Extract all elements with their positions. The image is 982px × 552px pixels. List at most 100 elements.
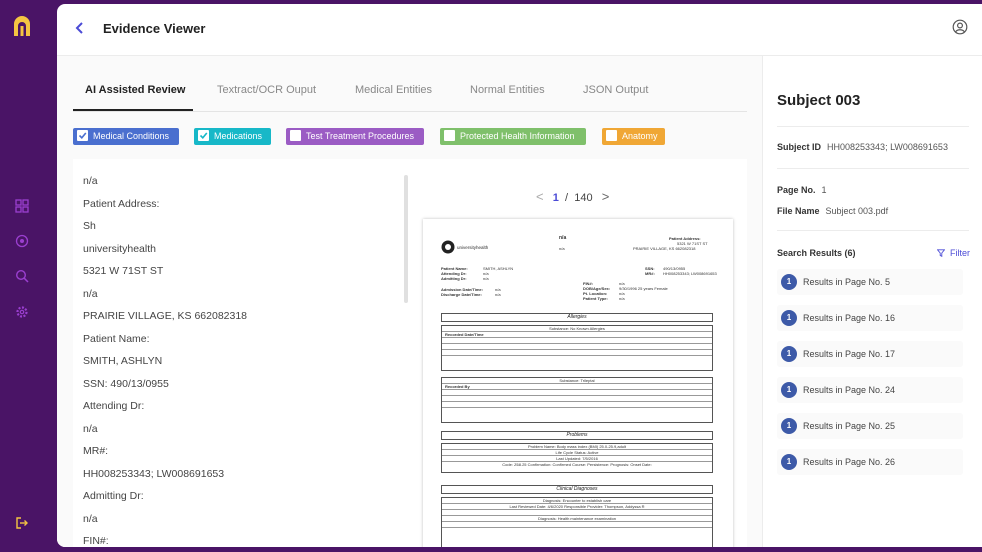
filter-button[interactable]: Filter (936, 248, 970, 258)
settings-icon[interactable] (15, 305, 29, 319)
file-name-value: Subject 003.pdf (825, 206, 889, 216)
filter-label: Protected Health Information (460, 131, 575, 141)
text-line: SSN: 490/13/0955 (83, 377, 169, 390)
total-pages: 140 (574, 192, 593, 204)
current-page: 1 (552, 192, 559, 204)
text-line: Patient Address: (83, 197, 160, 210)
dashboard-icon[interactable] (15, 199, 29, 213)
search-results-title: Search Results (6) (777, 248, 856, 258)
active-tab-indicator (73, 109, 193, 111)
top-bar: Evidence Viewer (57, 4, 982, 56)
doc-value: n/a (619, 296, 625, 301)
doc-header-na: n/a (559, 235, 567, 241)
checkbox-checked-icon[interactable] (77, 130, 88, 142)
subject-panel: Subject 003 Subject ID HH008253343; LW008… (762, 56, 982, 547)
search-result-item[interactable]: 1 Results in Page No. 17 (777, 341, 963, 367)
nav-rail (0, 0, 44, 552)
next-page-button[interactable]: > (602, 189, 610, 204)
text-line: n/a (83, 512, 98, 525)
text-line: 5321 W 71ST ST (83, 265, 164, 277)
doc-problem-table: Problem Name: Body mass index (BMI) 25.0… (441, 443, 713, 473)
divider (777, 126, 969, 127)
result-count-badge: 1 (781, 310, 797, 326)
filter-test-treatment-procedures[interactable]: Test Treatment Procedures (286, 128, 424, 145)
doc-allergy-table: Substance: No Known Allergies Recorded D… (441, 325, 713, 371)
search-result-item[interactable]: 1 Results in Page No. 16 (777, 305, 963, 331)
result-label: Results in Page No. 24 (803, 385, 896, 395)
doc-section-allergies: Allergies (441, 313, 713, 322)
page-number: Page No. 1 (777, 185, 827, 195)
extracted-text-list: n/a Patient Address: Sh universityhealth… (83, 173, 403, 547)
search-result-item[interactable]: 1 Results in Page No. 25 (777, 413, 963, 439)
search-result-item[interactable]: 1 Results in Page No. 26 (777, 449, 963, 475)
search-result-item[interactable]: 1 Results in Page No. 5 (777, 269, 963, 295)
doc-value: n/a (495, 292, 501, 297)
text-line: Admitting Dr: (83, 490, 144, 502)
divider (777, 230, 969, 231)
filter-label: Medications (214, 131, 263, 141)
doc-table-row (442, 522, 712, 528)
tab-textract-ocr-output[interactable]: Textract/OCR Ouput (217, 84, 316, 96)
filter-medications[interactable]: Medications (194, 128, 271, 145)
search-result-item[interactable]: 1 Results in Page No. 24 (777, 377, 963, 403)
text-line: n/a (83, 175, 98, 187)
user-account-icon[interactable] (952, 19, 968, 35)
filter-protected-health-information[interactable]: Protected Health Information (440, 128, 586, 145)
doc-table-row (442, 408, 712, 414)
file-name-label: File Name (777, 206, 820, 216)
text-scrollbar[interactable] (404, 175, 408, 303)
subject-name: Subject 003 (777, 92, 861, 109)
doc-value: 9/30/1996 25 years Female (619, 286, 668, 291)
doc-table-row: Code: Z68.25 Confirmation: Confirmed Cou… (502, 462, 652, 467)
tab-normal-entities[interactable]: Normal Entities (470, 84, 545, 96)
page-number-value: 1 (821, 185, 827, 195)
doc-label: Discharge Date/Time: (441, 292, 482, 297)
doc-section-problems: Problems (441, 431, 713, 440)
result-label: Results in Page No. 16 (803, 313, 896, 323)
text-line: PRAIRIE VILLAGE, KS 662082318 (83, 310, 248, 322)
filter-anatomy[interactable]: Anatomy (602, 128, 665, 145)
document-panel: n/a Patient Address: Sh universityhealth… (73, 159, 747, 547)
doc-label: Admitting Dr: (441, 276, 467, 281)
review-area: AI Assisted Review Textract/OCR Ouput Me… (57, 56, 762, 547)
result-count-badge: 1 (781, 274, 797, 290)
subject-id: Subject ID HH008253343; LW008691653 (777, 142, 948, 152)
page-separator: / (565, 192, 569, 204)
tab-ai-assisted-review[interactable]: AI Assisted Review (85, 84, 185, 96)
checkbox-checked-icon[interactable] (198, 130, 209, 142)
filter-label: Filter (950, 248, 970, 258)
filter-funnel-icon (936, 249, 946, 258)
tab-json-output[interactable]: JSON Output (583, 84, 648, 96)
view-tabs: AI Assisted Review Textract/OCR Ouput Me… (73, 76, 747, 112)
text-line: Attending Dr: (83, 400, 145, 412)
prev-page-button[interactable]: < (536, 189, 544, 204)
result-label: Results in Page No. 17 (803, 349, 896, 359)
doc-value: HH008253343; LW008691653 (663, 271, 717, 276)
main-window: Evidence Viewer AI Assisted Review Textr… (57, 4, 982, 547)
app-logo-icon[interactable] (10, 14, 34, 38)
document-preview[interactable]: universityhealth n/a n/a Patient Address… (423, 219, 733, 547)
logout-icon[interactable] (15, 516, 29, 530)
text-line: MR#: (83, 445, 109, 457)
checkbox-empty-icon[interactable] (290, 130, 301, 142)
subject-id-label: Subject ID (777, 142, 822, 152)
result-label: Results in Page No. 5 (803, 277, 891, 287)
result-count-badge: 1 (781, 382, 797, 398)
target-icon[interactable] (15, 234, 29, 248)
doc-logo-text: universityhealth (457, 245, 489, 250)
tab-medical-entities[interactable]: Medical Entities (355, 84, 432, 96)
text-line: Patient Name: (83, 332, 150, 345)
back-chevron-icon[interactable] (73, 21, 87, 35)
filter-medical-conditions[interactable]: Medical Conditions (73, 128, 179, 145)
checkbox-empty-icon[interactable] (606, 130, 617, 142)
result-count-badge: 1 (781, 454, 797, 470)
doc-table-row (442, 356, 712, 362)
filter-label: Test Treatment Procedures (306, 131, 415, 141)
page-navigator: < 1 / 140 > (536, 189, 609, 204)
search-icon[interactable] (15, 269, 29, 283)
text-line: n/a (83, 287, 98, 300)
subject-id-value: HH008253343; LW008691653 (827, 142, 948, 152)
filter-label: Anatomy (622, 131, 658, 141)
checkbox-empty-icon[interactable] (444, 130, 455, 142)
text-line: SMITH, ASHLYN (83, 355, 163, 367)
